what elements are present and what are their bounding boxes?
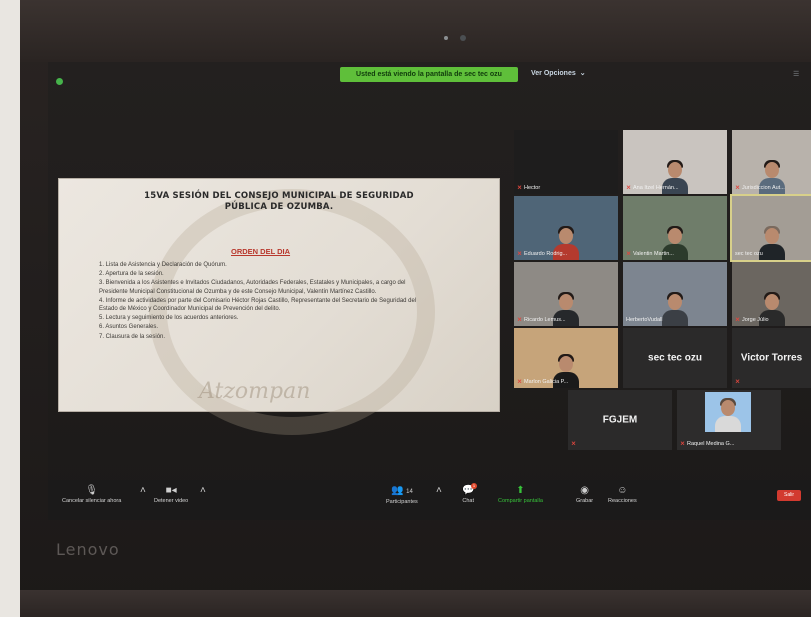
mic-muted-icon: ⨯ <box>735 185 741 191</box>
unmute-button[interactable]: 🎙 Cancelar silenciar ahora <box>62 484 121 504</box>
mic-muted-icon: ⨯ <box>517 317 523 323</box>
agenda-item: 7. Clausura de la sesión. <box>99 333 166 340</box>
agenda-item: 5. Lectura y seguimiento de los acuerdos… <box>99 315 239 322</box>
mic-muted-icon: ⨯ <box>626 185 632 191</box>
participant-name: Jurisdiccion Aut... <box>742 185 785 191</box>
participant-name: Hector <box>524 185 541 191</box>
agenda-item: 3. Bienvenida a los Asistentes e Invitad… <box>99 280 406 295</box>
agenda-list: 1. Lista de Asistencia y Declaración de … <box>99 261 419 342</box>
participants-icon: 👥 <box>390 485 404 496</box>
leave-meeting-button[interactable]: Salir <box>777 490 801 501</box>
mic-muted-icon: ⨯ <box>735 379 741 385</box>
participant-tile[interactable]: sec tec ozu <box>623 328 727 388</box>
participant-name: sec tec ozu <box>735 251 763 257</box>
view-options-label: Ver Opciones <box>531 70 576 77</box>
mic-options-chevron[interactable]: ˄ <box>140 484 146 498</box>
participant-tile[interactable]: ⨯ Marlon Galicia P... <box>514 328 618 388</box>
video-camera-icon: ■◂ <box>165 485 177 496</box>
mic-muted-icon: ⨯ <box>680 441 686 447</box>
reactions-icon: ☺ <box>617 485 628 496</box>
agenda-heading: ORDEN DEL DIA <box>231 247 291 256</box>
participant-name: Ricardo Lemus... <box>524 317 566 323</box>
agenda-item: 2. Apertura de la sesión. <box>99 271 164 278</box>
share-screen-icon: ⬆ <box>516 485 525 496</box>
mic-muted-icon: ⨯ <box>571 441 577 447</box>
participant-video <box>660 288 690 326</box>
participant-name: Jorge Júlio <box>742 317 769 323</box>
share-screen-button[interactable]: ⬆ Compartir pantalla <box>498 484 543 504</box>
mic-muted-icon: ⨯ <box>517 185 523 191</box>
agenda-item: 1. Lista de Asistencia y Declaración de … <box>99 262 227 268</box>
meeting-toolbar: 🎙 Cancelar silenciar ahora ˄ ■◂ Detener … <box>48 480 811 520</box>
record-button[interactable]: ◉ Grabar <box>576 484 593 504</box>
agenda-item: 6. Asuntos Generales. <box>99 324 159 331</box>
chevron-up-icon: ˄ <box>436 485 442 496</box>
chat-unread-badge: 1 <box>471 483 477 489</box>
participant-video <box>705 392 751 432</box>
chat-button[interactable]: 💬 1 Chat <box>462 483 477 504</box>
participants-options-chevron[interactable]: ˄ <box>436 484 442 498</box>
participant-tile[interactable]: ⨯ Ana Itzel Hernán... <box>623 130 727 194</box>
stop-video-button[interactable]: ■◂ Detener video <box>154 484 188 504</box>
laptop: Usted está viendo la pantalla de sec tec… <box>20 0 811 617</box>
participant-tile-active-speaker[interactable]: sec tec ozu <box>730 194 811 262</box>
participant-tile[interactable]: HerbertoVudall <box>623 262 727 326</box>
participant-name: Marlon Galicia P... <box>524 379 569 385</box>
participant-tile[interactable]: Victor Torres ⨯ <box>732 328 811 388</box>
mic-muted-icon: ⨯ <box>517 379 523 385</box>
participant-name: Valentin Martin... <box>633 251 674 257</box>
zoom-window: Usted está viendo la pantalla de sec tec… <box>48 62 811 520</box>
participant-tile[interactable]: ⨯ Raquel Medina G... <box>677 390 781 450</box>
record-icon: ◉ <box>580 485 589 496</box>
mic-muted-icon: ⨯ <box>517 251 523 257</box>
video-options-chevron[interactable]: ˄ <box>200 484 206 498</box>
participant-name: HerbertoVudall <box>626 317 663 323</box>
webcam-lens <box>460 35 466 41</box>
participants-button[interactable]: 👥 14 Participantes <box>386 484 418 505</box>
participant-name: FGJEM <box>602 414 638 426</box>
participant-name: Ana Itzel Hernán... <box>633 185 679 191</box>
chevron-down-icon: ⌄ <box>579 70 586 77</box>
participant-tile[interactable]: ⨯ Jurisdiccion Aut... <box>732 130 811 194</box>
participant-name: Eduardo Rodrig... <box>524 251 568 257</box>
laptop-bezel <box>20 0 811 62</box>
participant-tile[interactable]: ⨯ Jorge Júlio <box>732 262 811 326</box>
screen-share-banner: Usted está viendo la pantalla de sec tec… <box>340 67 518 82</box>
security-status-icon[interactable] <box>56 78 63 85</box>
slide-watermark: Atzompan <box>199 379 311 404</box>
agenda-item: 4. Informe de actividades por parte del … <box>99 297 417 313</box>
slide-title: 15VA SESIÓN DEL CONSEJO MUNICIPAL DE SEG… <box>144 191 414 212</box>
layout-icon[interactable]: ☰ <box>793 70 803 78</box>
participant-name: sec tec ozu <box>648 352 702 364</box>
participant-name: Raquel Medina G... <box>687 441 735 447</box>
participant-tile[interactable]: FGJEM ⨯ <box>568 390 672 450</box>
laptop-keyboard-deck <box>20 590 811 617</box>
participant-name: Victor Torres <box>740 352 803 364</box>
reactions-button[interactable]: ☺ Reacciones <box>608 484 637 504</box>
mic-muted-icon: ⨯ <box>626 251 632 257</box>
chevron-up-icon: ˄ <box>140 485 146 496</box>
shared-screen: 15VA SESIÓN DEL CONSEJO MUNICIPAL DE SEG… <box>58 178 500 435</box>
view-options-button[interactable]: Ver Opciones ⌄ <box>531 69 586 77</box>
microphone-icon: 🎙 <box>85 485 98 496</box>
chevron-up-icon: ˄ <box>200 485 206 496</box>
participant-tile[interactable]: ⨯ Valentin Martin... <box>623 196 727 260</box>
participant-tile[interactable]: ⨯ Ricardo Lemus... <box>514 262 618 326</box>
participant-tile[interactable]: ⨯ Hector <box>514 130 618 194</box>
participant-tile[interactable]: ⨯ Eduardo Rodrig... <box>514 196 618 260</box>
mic-muted-icon: ⨯ <box>735 317 741 323</box>
webcam-indicator <box>444 36 448 40</box>
laptop-brand-logo: Lenovo <box>56 540 120 559</box>
participants-count: 14 <box>406 489 413 495</box>
